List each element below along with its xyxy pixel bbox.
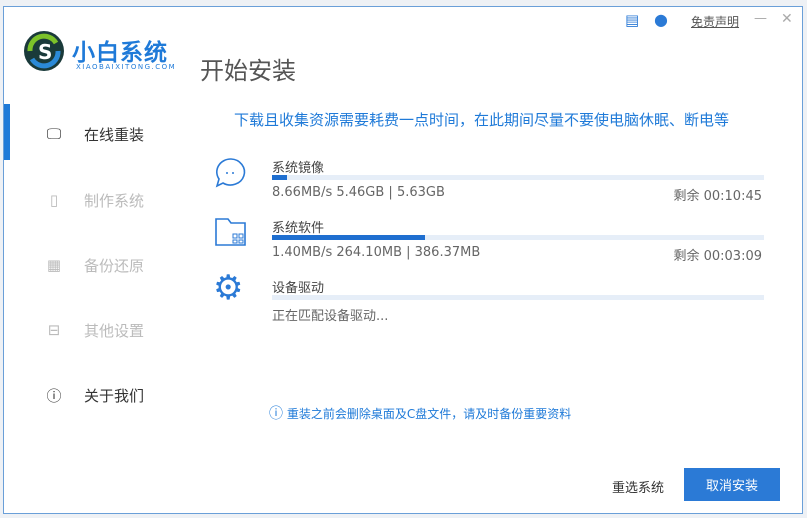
sidebar-item-label: 关于我们 — [84, 386, 145, 405]
task-status: 正在匹配设备驱动... — [272, 309, 389, 324]
sidebar-item-about-us[interactable]: ⓘ 关于我们 — [4, 375, 194, 415]
minimize-button[interactable]: — — [754, 11, 767, 26]
sidebar-item-label: 在线重装 — [84, 125, 145, 144]
svg-text:S: S — [38, 40, 52, 64]
sidebar-item-label: 备份还原 — [84, 256, 145, 275]
progress-bar — [272, 235, 764, 240]
progress-bar — [272, 295, 764, 300]
sidebar-item-label: 其他设置 — [84, 321, 145, 340]
usb-icon: ▯ — [49, 191, 59, 209]
warning-label: 重装之前会删除桌面及C盘文件，请及时备份重要资料 — [286, 407, 572, 421]
logo-subtext: XIAOBAIXITONG.COM — [76, 63, 177, 71]
task-remaining: 剩余 00:03:09 — [673, 249, 762, 264]
backup-icon: ▦ — [46, 256, 62, 274]
close-button[interactable]: ✕ — [781, 11, 793, 27]
sidebar-item-label: 制作系统 — [84, 191, 145, 210]
warning-text: ⓘ 重装之前会删除桌面及C盘文件，请及时备份重要资料 — [269, 403, 571, 423]
monitor-icon: 🖵 — [46, 125, 62, 143]
sidebar-item-make-system[interactable]: ▯ 制作系统 — [4, 180, 194, 220]
toolbox-icon: ⊟ — [47, 321, 61, 339]
progress-fill — [272, 175, 287, 180]
task-stats: 1.40MB/s 264.10MB | 386.37MB — [272, 245, 481, 260]
info-icon: ⓘ — [269, 406, 283, 422]
task-stats: 8.66MB/s 5.46GB | 5.63GB — [272, 185, 445, 200]
installer-window: S 小白系统 XIAOBAIXITONG.COM 开始安装 ▤ ● 免责声明 —… — [3, 6, 803, 514]
progress-bar — [272, 175, 764, 180]
reselect-system-button[interactable]: 重选系统 — [612, 477, 664, 496]
logo-icon: S — [24, 31, 64, 71]
notice-text: 下载且收集资源需要耗费一点时间，在此期间尽量不要使电脑休眠、断电等 — [234, 111, 730, 129]
page-title: 开始安装 — [200, 57, 296, 85]
info-icon: ⓘ — [46, 386, 62, 405]
document-icon[interactable]: ▤ — [625, 11, 639, 29]
sidebar-item-online-reinstall[interactable]: 🖵 在线重装 — [4, 114, 194, 154]
sidebar-item-other-settings[interactable]: ⊟ 其他设置 — [4, 310, 194, 350]
folder-apps-icon — [215, 218, 246, 246]
task-title: 设备驱动 — [272, 281, 325, 296]
task-title: 系统镜像 — [272, 161, 325, 176]
gear-icon: ⚙ — [213, 268, 244, 308]
task-title: 系统软件 — [272, 221, 325, 236]
logo-text: 小白系统 — [72, 40, 168, 66]
sidebar-item-backup-restore[interactable]: ▦ 备份还原 — [4, 245, 194, 285]
chat-bubble-icon — [215, 158, 246, 188]
progress-fill — [272, 235, 425, 240]
support-headset-icon[interactable]: ● — [654, 10, 668, 29]
task-remaining: 剩余 00:10:45 — [673, 189, 762, 204]
disclaimer-link[interactable]: 免责声明 — [691, 13, 739, 30]
cancel-install-button[interactable]: 取消安装 — [684, 468, 780, 501]
